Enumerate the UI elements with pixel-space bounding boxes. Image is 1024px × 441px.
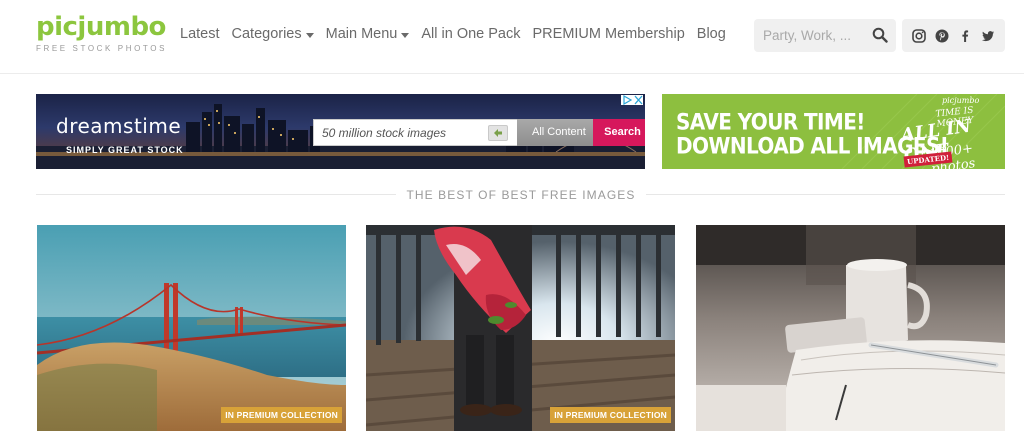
nav-all-in-one-label: All in One Pack (421, 26, 521, 42)
premium-badge: IN PREMIUM COLLECTION (550, 407, 671, 423)
section-title: THE BEST OF BEST FREE IMAGES (396, 188, 646, 202)
caret-down-icon (305, 32, 314, 38)
social-links (902, 19, 1005, 52)
all-in-one-pack-banner[interactable]: SAVE YOUR TIME! DOWNLOAD ALL IMAGES! pic… (662, 94, 1005, 169)
site-logo[interactable]: picjumbo FREE STOCK PHOTOS (36, 12, 167, 53)
photo-card-flowers[interactable]: IN PREMIUM COLLECTION (366, 225, 675, 431)
nav-categories-label: Categories (231, 26, 302, 42)
nav-all-in-one-pack[interactable]: All in One Pack (421, 26, 520, 42)
nav-latest[interactable]: Latest (180, 26, 220, 42)
ad-choices-icon[interactable] (621, 95, 643, 105)
dreamstime-ad-banner[interactable]: dreamstime SIMPLY GREAT STOCK 50 million… (36, 94, 645, 169)
nav-blog[interactable]: Blog (697, 26, 726, 42)
dreamstime-content-dropdown[interactable]: All Content (517, 119, 593, 146)
golden-gate-bridge-photo (37, 225, 346, 431)
nav-premium-label: PREMIUM Membership (532, 26, 685, 42)
stamp-brand: picjumbo (942, 96, 980, 105)
all-in-one-stamp: picjumbo TIME IS MONEY ALL IN ONE 1000+ … (890, 94, 1005, 169)
nav-main-menu[interactable]: Main Menu (326, 26, 410, 42)
nav-latest-label: Latest (180, 26, 220, 42)
pinterest-icon[interactable] (934, 28, 950, 44)
banner-headline-1: SAVE YOUR TIME! (676, 108, 865, 135)
nav-premium-membership[interactable]: PREMIUM Membership (533, 26, 685, 42)
main-nav: Latest Categories Main Menu All in One P… (180, 26, 726, 42)
nav-blog-label: Blog (696, 26, 726, 42)
section-heading: THE BEST OF BEST FREE IMAGES (0, 186, 1024, 204)
caret-down-icon (401, 32, 410, 38)
photo-card-golden-gate[interactable]: IN PREMIUM COLLECTION (37, 225, 346, 431)
search-icon[interactable] (872, 27, 888, 43)
dreamstime-tagline: SIMPLY GREAT STOCK (66, 145, 184, 155)
premium-badge: IN PREMIUM COLLECTION (221, 407, 342, 423)
photo-card-desk[interactable] (696, 225, 1005, 431)
instagram-icon[interactable] (911, 28, 927, 44)
nav-categories[interactable]: Categories (232, 26, 314, 42)
logo-title: picjumbo (36, 12, 166, 42)
nav-main-menu-label: Main Menu (325, 26, 398, 42)
search-input[interactable] (754, 19, 866, 52)
site-header: picjumbo FREE STOCK PHOTOS Latest Catego… (0, 0, 1024, 74)
dreamstime-dropdown-label: All Content (532, 126, 586, 138)
back-arrow-icon[interactable] (488, 125, 508, 141)
dreamstime-brand: dreamstime (56, 114, 182, 138)
desk-notebook-photo (696, 225, 1005, 431)
dreamstime-search-input[interactable]: 50 million stock images (322, 126, 446, 140)
search-box (754, 19, 896, 52)
dreamstime-search-button[interactable]: Search (593, 119, 645, 146)
facebook-icon[interactable] (957, 28, 973, 44)
flowers-bouquet-photo (366, 225, 675, 431)
twitter-icon[interactable] (980, 28, 996, 44)
logo-subtitle: FREE STOCK PHOTOS (36, 44, 168, 53)
dreamstime-search-box: 50 million stock images All Content Sear… (313, 119, 645, 146)
